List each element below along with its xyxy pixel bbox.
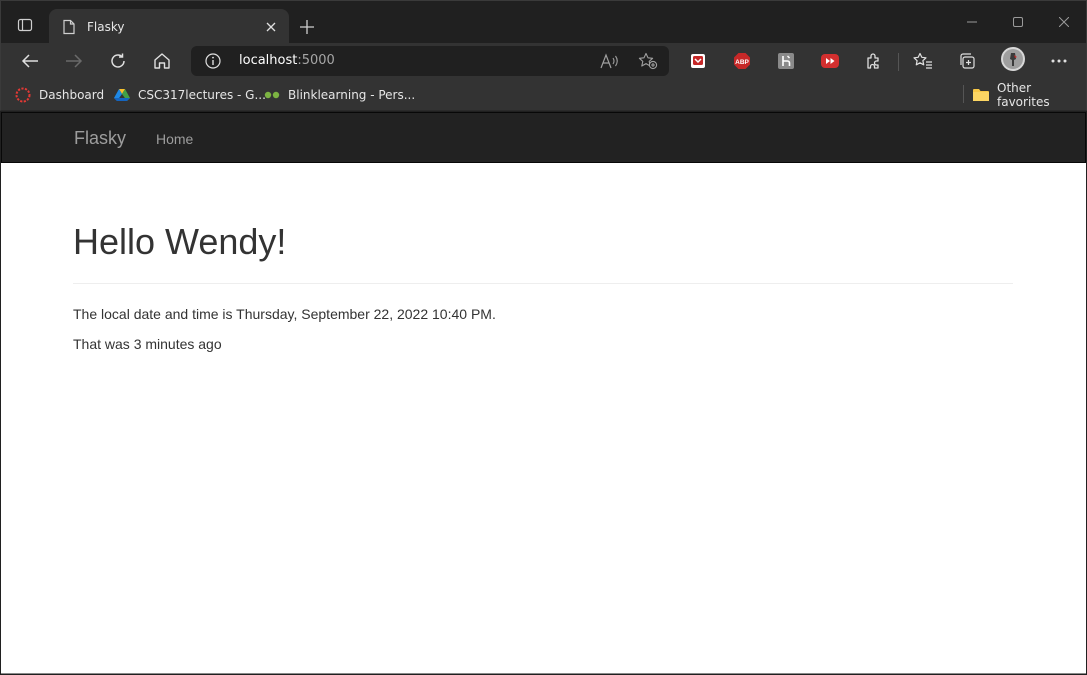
tab-actions-button[interactable] (11, 11, 39, 39)
minimize-button[interactable] (949, 7, 995, 37)
page-viewport: Flasky Home Hello Wendy! The local date … (1, 112, 1086, 674)
minimize-icon (967, 21, 977, 23)
refresh-icon (111, 53, 125, 68)
settings-more-button[interactable] (1049, 51, 1069, 71)
extensions-button[interactable] (864, 51, 884, 71)
close-icon (1059, 17, 1069, 27)
page-icon (61, 19, 77, 35)
new-tab-button[interactable] (293, 13, 321, 41)
maximize-icon (1013, 17, 1023, 27)
browser-toolbar: localhost:5000 ABP (0, 43, 1087, 78)
back-arrow-icon (21, 54, 38, 68)
other-favorites-label: Other favorites (997, 81, 1050, 109)
blinklearning-icon (264, 87, 280, 103)
site-navbar: Flasky Home (1, 112, 1086, 163)
favorite-label: CSC317lectures - G... (138, 88, 266, 102)
video-speed-extension[interactable] (820, 51, 840, 71)
extensions-puzzle-icon (867, 53, 879, 69)
h-extension-icon (778, 53, 794, 69)
adblock-plus-extension[interactable]: ABP (732, 51, 752, 71)
page-title: Hello Wendy! (73, 221, 287, 262)
read-aloud-icon (600, 53, 618, 69)
svg-text:ABP: ABP (735, 59, 749, 66)
h-extension[interactable] (776, 51, 796, 71)
page-header: Hello Wendy! (73, 222, 1013, 284)
star-add-icon (638, 52, 658, 70)
refresh-button[interactable] (103, 46, 133, 76)
profile-button[interactable] (1001, 47, 1025, 71)
tab-title: Flasky (87, 19, 125, 34)
close-icon (266, 22, 276, 31)
folder-icon (973, 87, 989, 103)
favorite-label: Dashboard (39, 88, 105, 102)
url-text[interactable]: localhost:5000 (239, 53, 335, 68)
adblock-plus-icon: ABP (734, 53, 750, 69)
video-speed-icon (821, 54, 839, 68)
nav-home-link[interactable]: Home (156, 131, 193, 147)
navbar-brand-link[interactable]: Flasky (74, 128, 126, 149)
local-time-text: The local date and time is Thursday, Sep… (73, 306, 496, 322)
dashboard-icon (15, 87, 31, 103)
address-bar[interactable]: localhost:5000 (191, 46, 669, 76)
tab-close-button[interactable] (259, 15, 283, 39)
title-bar: Flasky (0, 0, 1087, 44)
close-window-button[interactable] (1041, 7, 1087, 37)
toolbar-divider (898, 53, 899, 71)
active-tab[interactable]: Flasky (49, 9, 289, 44)
url-port: :5000 (297, 53, 335, 68)
plus-icon (300, 20, 314, 34)
home-icon (154, 53, 170, 69)
add-favorite-button[interactable] (637, 51, 659, 71)
forward-button[interactable] (59, 46, 89, 76)
google-drive-icon (114, 87, 130, 103)
favorites-button[interactable] (913, 51, 933, 71)
pocket-icon (691, 54, 705, 68)
url-host: localhost (239, 53, 298, 68)
favorite-label: Blinklearning - Pers... (288, 88, 416, 102)
time-ago-text: That was 3 minutes ago (73, 336, 222, 352)
read-aloud-button[interactable] (599, 51, 621, 71)
pocket-extension[interactable] (688, 51, 708, 71)
other-favorites[interactable]: Other favorites (973, 81, 1086, 109)
favorites-list-icon (913, 52, 932, 69)
more-dots-icon (1051, 59, 1067, 63)
tab-actions-icon (17, 18, 33, 32)
avatar (1001, 47, 1025, 71)
favorites-divider (963, 85, 964, 103)
info-icon[interactable] (205, 53, 221, 69)
back-button[interactable] (15, 46, 45, 76)
home-button[interactable] (147, 46, 177, 76)
maximize-button[interactable] (995, 7, 1041, 37)
favorite-csc317lectures[interactable]: CSC317lectures - G... (114, 85, 266, 105)
forward-arrow-icon (66, 54, 83, 68)
favorite-blinklearning[interactable]: Blinklearning - Pers... (264, 85, 415, 105)
favorite-dashboard[interactable]: Dashboard (15, 85, 104, 105)
collections-button[interactable] (957, 51, 977, 71)
collections-icon (960, 53, 975, 69)
favorites-bar: Dashboard CSC317lectures - G... Blinklea… (0, 78, 1087, 111)
